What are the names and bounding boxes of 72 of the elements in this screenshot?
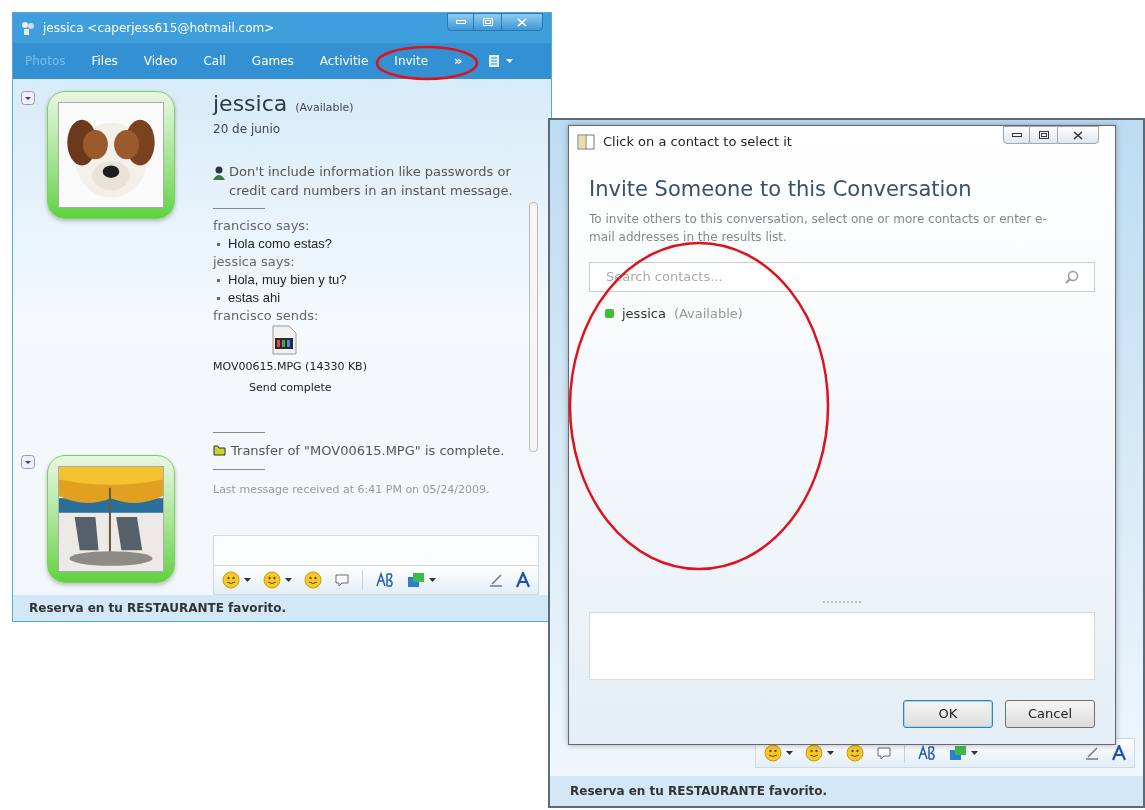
status-text: Reserva en tu RESTAURANTE favorito.	[29, 600, 287, 617]
bullet-icon	[217, 242, 220, 246]
book-icon	[577, 134, 595, 150]
bullet-icon	[217, 296, 220, 300]
window-title: jessica <caperjess615@hotmail.com>	[43, 20, 276, 37]
text-style-icon[interactable]	[1112, 745, 1126, 761]
contact-item[interactable]: jessica (Available)	[605, 303, 1095, 324]
emoticon-icon[interactable]	[222, 571, 240, 589]
close-icon	[517, 17, 527, 27]
caret-icon	[429, 578, 436, 582]
personal-message: 20 de junio	[213, 121, 282, 138]
message-text: Hola, muy bien y tu?	[228, 271, 347, 289]
file-name: MOV00615.MPG (14330 KB)	[213, 359, 367, 375]
sender-label: jessica says:	[213, 253, 296, 271]
emoticon-icon[interactable]	[764, 744, 782, 762]
toolbar-button[interactable]: Video	[143, 52, 178, 70]
nudge-icon[interactable]	[876, 745, 892, 761]
nudge-icon[interactable]	[334, 572, 350, 588]
maximize-button[interactable]	[1030, 126, 1057, 144]
maximize-icon	[482, 18, 493, 26]
toolbar-button[interactable]: Activitie	[319, 52, 369, 70]
message-text: Hola como estas?	[228, 235, 333, 253]
dialog-button[interactable]: Cancel	[1005, 700, 1095, 728]
dialog-title: Click on a contact to select it	[603, 133, 793, 152]
background-icon[interactable]	[407, 572, 425, 588]
caret-icon	[971, 751, 978, 755]
dialog-description: To invite others to this conversation, select one or more contacts or enter e-mail addresses in the results list.	[589, 210, 1048, 246]
dialog-button[interactable]: OK	[903, 700, 993, 728]
message-input[interactable]	[213, 535, 539, 565]
caret-icon	[244, 578, 251, 582]
sender-label: francisco says:	[213, 217, 311, 235]
file-status: Send complete	[249, 379, 332, 396]
font-icon[interactable]	[917, 745, 937, 761]
pen-icon[interactable]	[488, 572, 504, 588]
caret-icon	[786, 751, 793, 755]
status-text: Reserva en tu RESTAURANTE favorito.	[570, 783, 828, 800]
close-button[interactable]	[501, 13, 543, 31]
folder-icon	[213, 445, 227, 457]
close-button[interactable]	[1057, 126, 1099, 144]
more-button[interactable]: »	[454, 51, 463, 71]
dialog-heading: Invite Someone to this Conversation	[589, 176, 973, 203]
background-icon[interactable]	[949, 745, 967, 761]
warning-text: Don't include information like passwords or credit card numbers in an instant message.	[229, 163, 514, 200]
contact-name: jessica	[213, 90, 288, 118]
minimize-button[interactable]	[1003, 126, 1030, 144]
messenger-icon	[21, 21, 35, 35]
toolbar-button[interactable]: Games	[251, 52, 294, 70]
text-style-icon[interactable]	[516, 572, 530, 588]
pen-icon[interactable]	[1084, 745, 1100, 761]
font-icon[interactable]	[375, 572, 395, 588]
toolbar-button[interactable]: Call	[203, 52, 226, 70]
close-icon	[1073, 130, 1083, 140]
search-icon	[1065, 269, 1079, 284]
bullet-icon	[217, 278, 220, 282]
maximize-icon	[1038, 131, 1049, 139]
caret-icon	[827, 751, 834, 755]
transfer-notice: Transfer of "MOV00615.MPG" is complete.	[231, 442, 505, 460]
message-text: estas ahi	[228, 289, 281, 307]
sender-label: francisco sends:	[213, 307, 320, 325]
video-file-icon[interactable]	[271, 325, 297, 355]
minimize-icon	[1011, 133, 1022, 137]
toolbar-button[interactable]: Invite	[394, 52, 428, 70]
person-icon	[213, 166, 225, 180]
contact-status: (Available)	[295, 100, 354, 116]
collapse-icon[interactable]	[21, 455, 35, 469]
caret-icon	[285, 578, 292, 582]
collapse-icon[interactable]	[21, 91, 35, 105]
toolbar-button[interactable]: Files	[91, 52, 118, 70]
caret-icon	[506, 59, 514, 63]
splitter-grip[interactable]	[822, 600, 862, 604]
minimize-icon	[455, 20, 466, 24]
last-message-info: Last message received at 6:41 PM on 05/24/2009.	[213, 481, 491, 498]
